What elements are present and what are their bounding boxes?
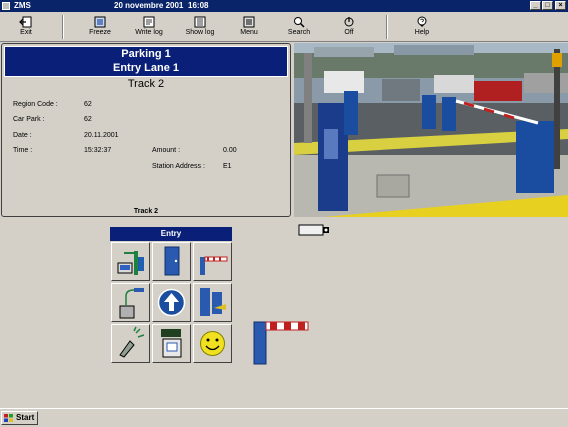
start-button[interactable]: Start — [1, 411, 38, 425]
freeze-button[interactable]: Freeze — [76, 14, 124, 40]
terminal-icon — [200, 288, 226, 316]
app-icon — [2, 2, 10, 10]
up-arrow-icon — [157, 288, 186, 317]
help-label: Help — [414, 29, 430, 36]
start-label: Start — [16, 413, 35, 422]
search-button[interactable]: Search — [275, 14, 323, 40]
close-button[interactable]: × — [555, 1, 566, 10]
show-log-button[interactable]: Show log — [176, 14, 224, 40]
taskbar: Start — [0, 408, 568, 427]
exit-button[interactable]: Exit — [2, 14, 50, 40]
toolbar: Exit Freeze Write log Show log Menu Sear… — [0, 12, 568, 42]
title-date: 20 novembre 2001 — [114, 1, 184, 10]
title-bar: ZMS 20 novembre 2001 16:08 _ □ × — [0, 0, 568, 12]
power-icon — [344, 17, 354, 27]
ticket-dispenser-cell[interactable] — [111, 242, 150, 281]
windows-logo-icon — [4, 414, 13, 422]
menu-button[interactable]: Menu — [225, 14, 273, 40]
title-time: 16:08 — [188, 1, 209, 10]
intercom-icon — [119, 326, 145, 358]
write-log-label: Write log — [135, 29, 163, 36]
terminal-cell[interactable] — [193, 283, 232, 322]
barrier-status-icon — [253, 321, 309, 365]
off-label: Off — [344, 29, 354, 36]
menu-icon — [243, 16, 255, 28]
show-log-icon — [194, 16, 206, 28]
maximize-button[interactable]: □ — [542, 1, 553, 10]
write-log-button[interactable]: Write log — [125, 14, 173, 40]
exit-label: Exit — [20, 29, 32, 36]
amount-value: 0.00 — [223, 147, 237, 154]
camera-device-icon[interactable] — [298, 222, 330, 238]
date-value: 20.11.2001 — [84, 132, 119, 139]
panel-header: Parking 1 Entry Lane 1 — [4, 46, 288, 77]
door-cell[interactable] — [152, 242, 191, 281]
minimize-button[interactable]: _ — [530, 1, 541, 10]
entry-device-grid — [110, 241, 232, 364]
write-log-icon — [143, 16, 155, 28]
show-log-label: Show log — [185, 29, 215, 36]
lane-title: Entry Lane 1 — [112, 62, 180, 74]
exit-icon — [19, 16, 32, 28]
camera-image — [294, 43, 568, 217]
track-footer: Track 2 — [133, 208, 159, 215]
amount-label: Amount : — [152, 147, 181, 154]
help-icon — [417, 16, 427, 27]
intercom-cell[interactable] — [111, 324, 150, 363]
menu-label: Menu — [240, 29, 258, 36]
freeze-icon — [94, 16, 106, 28]
ticket-printer-icon — [161, 329, 182, 358]
up-arrow-cell[interactable] — [152, 283, 191, 322]
barrier-icon — [200, 256, 228, 275]
card-reader-icon — [119, 288, 144, 319]
entry-header: Entry — [110, 227, 232, 241]
app-name: ZMS — [14, 1, 31, 10]
station-address-label: Station Address : — [152, 163, 205, 170]
ticket-printer-cell[interactable] — [152, 324, 191, 363]
door-icon — [164, 246, 180, 276]
region-code-label: Region Code : — [13, 101, 58, 108]
region-code-value: 62 — [84, 101, 92, 108]
ticket-dispenser-icon — [117, 251, 144, 275]
barrier-cell[interactable] — [193, 242, 232, 281]
search-label: Search — [287, 29, 311, 36]
track-title: Track 2 — [127, 78, 165, 90]
camera-view — [294, 43, 568, 217]
lane-info-panel: Parking 1 Entry Lane 1 Track 2 Region Co… — [1, 43, 291, 217]
station-address-value: E1 — [223, 163, 232, 170]
card-reader-cell[interactable] — [111, 283, 150, 322]
car-park-label: Car Park : — [13, 116, 45, 123]
search-icon — [294, 17, 305, 28]
freeze-label: Freeze — [89, 29, 111, 36]
time-value: 15:32:37 — [84, 147, 112, 154]
smiley-cell[interactable] — [193, 324, 232, 363]
car-park-value: 62 — [84, 116, 92, 123]
parking-title: Parking 1 — [121, 48, 171, 60]
date-label: Date : — [13, 132, 32, 139]
help-button[interactable]: Help — [398, 14, 446, 40]
time-label: Time : — [13, 147, 33, 154]
smiley-icon — [200, 331, 225, 356]
off-button[interactable]: Off — [325, 14, 373, 40]
